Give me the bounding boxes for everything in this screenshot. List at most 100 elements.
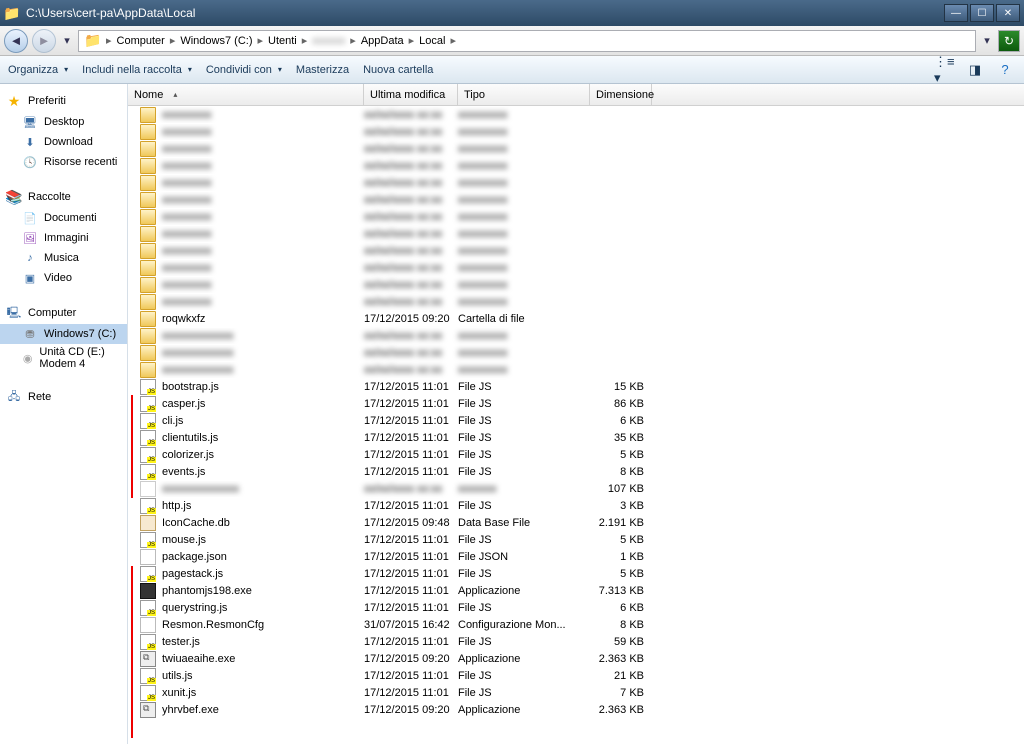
sidebar-item-video[interactable]: ▣Video: [0, 268, 127, 288]
file-row[interactable]: IconCache.db17/12/2015 09:48Data Base Fi…: [128, 514, 1024, 531]
chevron-right-icon[interactable]: ▸: [169, 34, 177, 47]
file-modified: 17/12/2015 11:01: [364, 500, 458, 512]
folder-row-redacted[interactable]: xxxxxxxxxxx/xx/xxxx xx:xxxxxxxxxxx: [128, 208, 1024, 225]
folder-row-redacted[interactable]: xxxxxxxxxxx/xx/xxxx xx:xxxxxxxxxxx: [128, 157, 1024, 174]
folder-row-redacted[interactable]: xxxxxxxxxxx/xx/xxxx xx:xxxxxxxxxxx: [128, 276, 1024, 293]
sidebar-item-images[interactable]: 🖼Immagini: [0, 228, 127, 248]
file-row[interactable]: utils.js17/12/2015 11:01File JS21 KB: [128, 667, 1024, 684]
close-button[interactable]: ✕: [996, 4, 1020, 22]
highlight-bar: [131, 395, 133, 498]
folder-row-redacted[interactable]: xxxxxxxxxxxxxxx/xx/xxxx xx:xxxxxxxxxxx: [128, 344, 1024, 361]
file-row[interactable]: pagestack.js17/12/2015 11:01File JS5 KB: [128, 565, 1024, 582]
column-name[interactable]: Nome: [128, 84, 364, 105]
network-group[interactable]: 🖧Rete: [0, 386, 127, 408]
file-modified-redacted: xx/xx/xxxx xx:xx: [364, 194, 458, 206]
chevron-right-icon[interactable]: ▸: [301, 34, 309, 47]
file-row[interactable]: tester.js17/12/2015 11:01File JS59 KB: [128, 633, 1024, 650]
file-size: 2.363 KB: [590, 704, 652, 716]
folder-row-redacted[interactable]: xxxxxxxxxxx/xx/xxxx xx:xxxxxxxxxxx: [128, 123, 1024, 140]
file-row[interactable]: yhrvbef.exe17/12/2015 09:20Applicazione2…: [128, 701, 1024, 718]
include-menu[interactable]: Includi nella raccolta: [82, 64, 192, 76]
file-row[interactable]: http.js17/12/2015 11:01File JS3 KB: [128, 497, 1024, 514]
file-row[interactable]: mouse.js17/12/2015 11:01File JS5 KB: [128, 531, 1024, 548]
folder-row-redacted[interactable]: xxxxxxxxxxx/xx/xxxx xx:xxxxxxxxxxx: [128, 242, 1024, 259]
folder-row-redacted[interactable]: xxxxxxxxxxx/xx/xxxx xx:xxxxxxxxxxx: [128, 259, 1024, 276]
file-row[interactable]: events.js17/12/2015 11:01File JS8 KB: [128, 463, 1024, 480]
file-row[interactable]: clientutils.js17/12/2015 11:01File JS35 …: [128, 429, 1024, 446]
burn-button[interactable]: Masterizza: [296, 64, 349, 76]
file-row[interactable]: package.json17/12/2015 11:01File JSON1 K…: [128, 548, 1024, 565]
libraries-group[interactable]: 📚Raccolte: [0, 186, 127, 208]
file-row[interactable]: querystring.js17/12/2015 11:01File JS6 K…: [128, 599, 1024, 616]
file-row[interactable]: xunit.js17/12/2015 11:01File JS7 KB: [128, 684, 1024, 701]
chevron-right-icon[interactable]: ▸: [256, 34, 264, 47]
history-dropdown[interactable]: ▾: [60, 29, 74, 53]
file-row[interactable]: twiuaeaihe.exe17/12/2015 09:20Applicazio…: [128, 650, 1024, 667]
file-row[interactable]: cli.js17/12/2015 11:01File JS6 KB: [128, 412, 1024, 429]
file-row[interactable]: xxxxxxxxxxxxxxxx/xx/xxxx xx:xxxxxxxxx107…: [128, 480, 1024, 497]
folder-row-redacted[interactable]: xxxxxxxxxxxxxxx/xx/xxxx xx:xxxxxxxxxxx: [128, 361, 1024, 378]
back-button[interactable]: ◄: [4, 29, 28, 53]
breadcrumb[interactable]: Utenti: [264, 35, 301, 47]
address-dropdown[interactable]: ▾: [980, 29, 994, 53]
sidebar-item-desktop[interactable]: 🖥Desktop: [0, 112, 127, 132]
refresh-button[interactable]: ↻: [998, 30, 1020, 52]
computer-group[interactable]: 🖳Computer: [0, 302, 127, 324]
folder-row-redacted[interactable]: xxxxxxxxxxx/xx/xxxx xx:xxxxxxxxxxx: [128, 225, 1024, 242]
file-row[interactable]: casper.js17/12/2015 11:01File JS86 KB: [128, 395, 1024, 412]
minimize-button[interactable]: —: [944, 4, 968, 22]
new-folder-button[interactable]: Nuova cartella: [363, 64, 433, 76]
chevron-right-icon[interactable]: ▸: [449, 34, 457, 47]
breadcrumb[interactable]: Windows7 (C:): [176, 35, 256, 47]
address-bar[interactable]: 📁 ▸ Computer ▸ Windows7 (C:) ▸ Utenti ▸ …: [78, 30, 976, 52]
sidebar-item-download[interactable]: ⬇Download: [0, 132, 127, 152]
file-row[interactable]: colorizer.js17/12/2015 11:01File JS5 KB: [128, 446, 1024, 463]
breadcrumb-redacted[interactable]: xxxxxx: [308, 35, 349, 47]
folder-row-redacted[interactable]: xxxxxxxxxxxxxxx/xx/xxxx xx:xxxxxxxxxxx: [128, 327, 1024, 344]
column-modified[interactable]: Ultima modifica: [364, 84, 458, 105]
folder-row-redacted[interactable]: xxxxxxxxxxx/xx/xxxx xx:xxxxxxxxxxx: [128, 106, 1024, 123]
file-type-redacted: xxxxxxxxx: [458, 109, 590, 121]
view-options-button[interactable]: ⋮≡ ▾: [934, 59, 956, 81]
sidebar-item-drive-cd[interactable]: ◉Unità CD (E:) Modem 4: [0, 344, 127, 372]
sidebar-item-recent[interactable]: 🕓Risorse recenti: [0, 152, 127, 172]
folder-row[interactable]: roqwkxfz 17/12/2015 09:20 Cartella di fi…: [128, 310, 1024, 327]
breadcrumb[interactable]: AppData: [357, 35, 408, 47]
preview-pane-button[interactable]: ◨: [964, 59, 986, 81]
folder-row-redacted[interactable]: xxxxxxxxxxx/xx/xxxx xx:xxxxxxxxxxx: [128, 174, 1024, 191]
forward-button[interactable]: ►: [32, 29, 56, 53]
file-type: File JS: [458, 636, 590, 648]
file-type-redacted: xxxxxxxxx: [458, 245, 590, 257]
breadcrumb[interactable]: Local: [415, 35, 449, 47]
favorites-group[interactable]: ★Preferiti: [0, 90, 127, 112]
file-type-redacted: xxxxxxxxx: [458, 228, 590, 240]
file-row[interactable]: phantomjs198.exe17/12/2015 11:01Applicaz…: [128, 582, 1024, 599]
file-type: File JS: [458, 466, 590, 478]
sidebar-item-documents[interactable]: 📄Documenti: [0, 208, 127, 228]
folder-row-redacted[interactable]: xxxxxxxxxxx/xx/xxxx xx:xxxxxxxxxxx: [128, 140, 1024, 157]
folder-icon: [140, 141, 156, 157]
folder-row-redacted[interactable]: xxxxxxxxxxx/xx/xxxx xx:xxxxxxxxxxx: [128, 191, 1024, 208]
file-type-redacted: xxxxxxxxx: [458, 347, 590, 359]
chevron-right-icon[interactable]: ▸: [349, 34, 357, 47]
file-icon: [140, 447, 156, 463]
folder-row-redacted[interactable]: xxxxxxxxxxx/xx/xxxx xx:xxxxxxxxxxx: [128, 293, 1024, 310]
sidebar-item-drive-c[interactable]: ⛃Windows7 (C:): [0, 324, 127, 344]
file-modified-redacted: xx/xx/xxxx xx:xx: [364, 228, 458, 240]
column-size[interactable]: Dimensione: [590, 84, 652, 105]
file-row[interactable]: bootstrap.js17/12/2015 11:01File JS15 KB: [128, 378, 1024, 395]
help-button[interactable]: ?: [994, 59, 1016, 81]
sidebar-item-music[interactable]: ♪Musica: [0, 248, 127, 268]
chevron-right-icon[interactable]: ▸: [408, 34, 416, 47]
file-row[interactable]: Resmon.ResmonCfg31/07/2015 16:42Configur…: [128, 616, 1024, 633]
share-menu[interactable]: Condividi con: [206, 64, 282, 76]
file-modified: 17/12/2015 11:01: [364, 432, 458, 444]
organize-menu[interactable]: Organizza: [8, 64, 68, 76]
file-icon: [140, 651, 156, 667]
maximize-button[interactable]: ☐: [970, 4, 994, 22]
column-type[interactable]: Tipo: [458, 84, 590, 105]
breadcrumb[interactable]: Computer: [113, 35, 169, 47]
file-list[interactable]: xxxxxxxxxxx/xx/xxxx xx:xxxxxxxxxxxxxxxxx…: [128, 106, 1024, 744]
file-modified: 17/12/2015 11:01: [364, 636, 458, 648]
chevron-right-icon[interactable]: ▸: [105, 34, 113, 47]
